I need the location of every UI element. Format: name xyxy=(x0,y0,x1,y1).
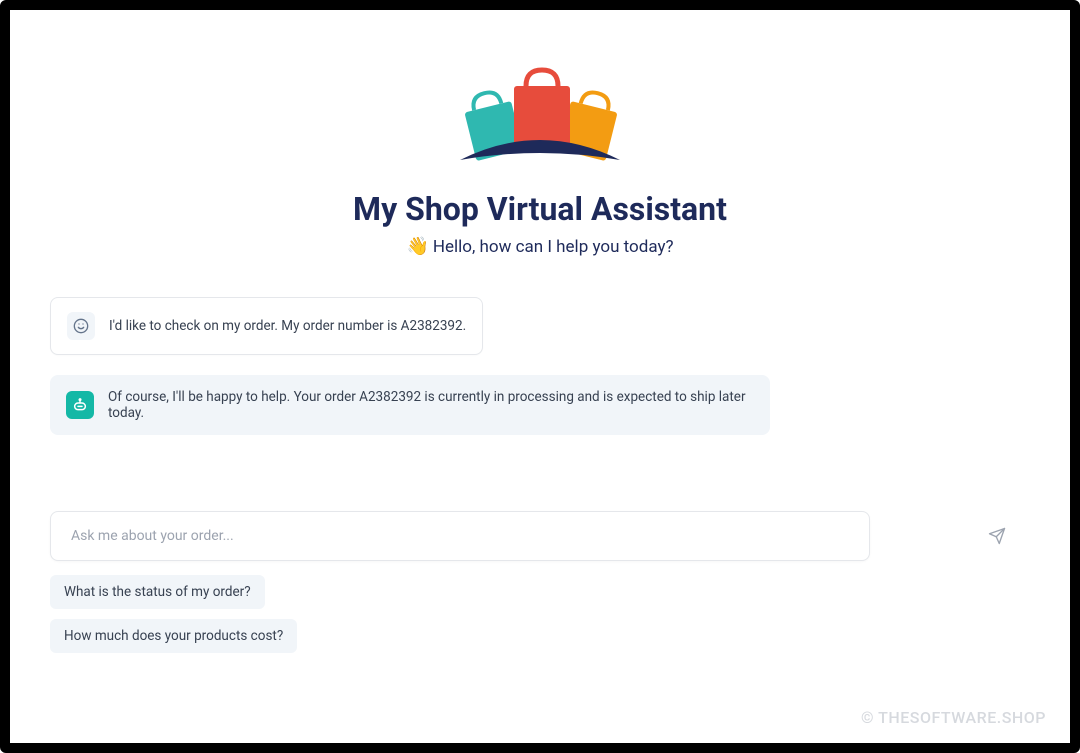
send-button[interactable] xyxy=(984,523,1010,549)
message-list: I'd like to check on my order. My order … xyxy=(50,297,1030,435)
page-title: My Shop Virtual Assistant xyxy=(353,190,727,228)
suggestion-list: What is the status of my order? How much… xyxy=(50,575,1030,653)
bot-icon xyxy=(72,397,88,413)
shop-logo xyxy=(440,60,640,180)
smiley-icon xyxy=(73,318,89,334)
watermark: © THESOFTWARE.SHOP xyxy=(861,708,1046,727)
input-wrapper xyxy=(50,511,1030,561)
subtitle-text: Hello, how can I help you today? xyxy=(433,237,674,257)
header: My Shop Virtual Assistant 👋 Hello, how c… xyxy=(50,60,1030,257)
assistant-avatar xyxy=(66,391,94,419)
user-message: I'd like to check on my order. My order … xyxy=(50,297,483,355)
suggestion-chip[interactable]: How much does your products cost? xyxy=(50,619,297,653)
wave-emoji-icon: 👋 xyxy=(406,236,428,257)
message-text: Of course, I'll be happy to help. Your o… xyxy=(108,389,754,421)
suggestion-chip[interactable]: What is the status of my order? xyxy=(50,575,265,609)
page-subtitle: 👋 Hello, how can I help you today? xyxy=(406,236,673,257)
assistant-message: Of course, I'll be happy to help. Your o… xyxy=(50,375,770,435)
user-avatar xyxy=(67,312,95,340)
message-text: I'd like to check on my order. My order … xyxy=(109,318,466,334)
input-section: What is the status of my order? How much… xyxy=(50,511,1030,653)
send-icon xyxy=(988,527,1006,545)
chat-input[interactable] xyxy=(50,511,870,561)
